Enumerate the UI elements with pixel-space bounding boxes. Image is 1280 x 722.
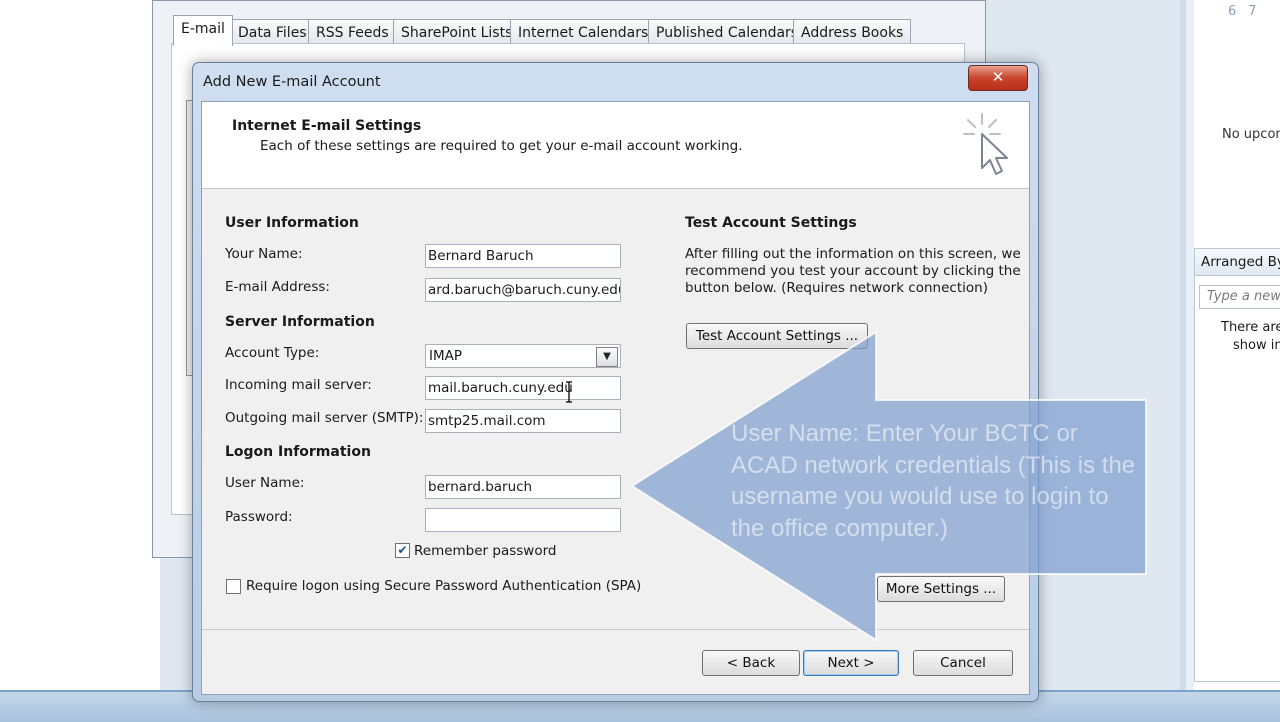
- empty-tasks-line-1: There are: [1221, 320, 1280, 335]
- your-name-label: Your Name:: [225, 246, 303, 262]
- mini-calendar-days[interactable]: 67: [1228, 4, 1269, 19]
- remember-password-checkbox[interactable]: ✔: [395, 543, 410, 558]
- outgoing-server-label: Outgoing mail server (SMTP):: [225, 410, 424, 426]
- dialog-header: Internet E-mail Settings Each of these s…: [202, 102, 1029, 189]
- tab-internet-calendars[interactable]: Internet Calendars: [510, 19, 657, 44]
- test-settings-desc-line-2: recommend you test your account by click…: [685, 263, 1021, 279]
- password-field[interactable]: [425, 508, 621, 532]
- tab-address-books[interactable]: Address Books: [793, 19, 912, 44]
- account-type-label: Account Type:: [225, 345, 320, 361]
- new-task-input[interactable]: Type a new: [1199, 285, 1280, 309]
- user-name-label: User Name:: [225, 475, 305, 491]
- no-upcoming-appointments-text: No upcomi: [1222, 127, 1280, 142]
- user-name-field[interactable]: bernard.baruch: [425, 475, 621, 499]
- spa-label: Require logon using Secure Password Auth…: [246, 578, 642, 594]
- callout-text: User Name: Enter Your BCTC or ACAD netwo…: [731, 420, 1136, 542]
- new-task-placeholder: Type a new: [1207, 289, 1280, 304]
- close-button[interactable]: ✕: [968, 65, 1028, 91]
- your-name-field[interactable]: Bernard Baruch: [425, 244, 621, 268]
- incoming-server-label: Incoming mail server:: [225, 377, 372, 393]
- header-subtitle: Each of these settings are required to g…: [260, 138, 743, 154]
- server-info-heading: Server Information: [225, 314, 375, 330]
- arranged-by-header[interactable]: Arranged By: [1195, 249, 1280, 276]
- empty-tasks-line-2: show in: [1233, 338, 1280, 353]
- more-settings-button[interactable]: More Settings ...: [877, 576, 1005, 602]
- dialog-body: Internet E-mail Settings Each of these s…: [201, 101, 1030, 695]
- password-label: Password:: [225, 509, 293, 525]
- tab-rss-feeds[interactable]: RSS Feeds: [308, 19, 397, 44]
- test-settings-desc-line-3: button below. (Requires network connecti…: [685, 280, 988, 296]
- tab-published-calendars[interactable]: Published Calendars: [648, 19, 807, 44]
- tab-data-files[interactable]: Data Files: [230, 19, 315, 44]
- arranged-by-label: Arranged By: [1201, 254, 1280, 270]
- calendar-day[interactable]: 7: [1248, 4, 1268, 19]
- footer-divider: [202, 629, 1029, 630]
- text-cursor-icon: [566, 381, 572, 403]
- test-account-settings-button[interactable]: Test Account Settings ...: [686, 323, 868, 349]
- remember-password-label: Remember password: [414, 543, 557, 559]
- test-settings-desc-line-1: After filling out the information on thi…: [685, 246, 1021, 262]
- tab-sharepoint-lists[interactable]: SharePoint Lists: [393, 19, 521, 44]
- email-address-field[interactable]: ard.baruch@baruch.cuny.edu: [425, 278, 621, 302]
- outlook-left-pane: [0, 0, 160, 690]
- task-list: Arranged By Type a new There are show in: [1194, 248, 1280, 682]
- account-type-value: IMAP: [429, 348, 463, 364]
- cursor-sparkle-icon: [963, 113, 1008, 175]
- outgoing-server-field[interactable]: smtp25.mail.com: [425, 409, 621, 433]
- chevron-down-icon[interactable]: ▼: [596, 347, 618, 367]
- incoming-server-field[interactable]: mail.baruch.cuny.edu: [425, 376, 621, 400]
- cancel-button[interactable]: Cancel: [913, 650, 1013, 676]
- next-button[interactable]: Next >: [803, 650, 899, 676]
- add-email-account-dialog: Add New E-mail Account ✕ Internet E-mail…: [192, 62, 1039, 702]
- header-title: Internet E-mail Settings: [232, 118, 422, 134]
- calendar-day[interactable]: 6: [1228, 4, 1248, 19]
- spa-checkbox[interactable]: [226, 579, 241, 594]
- todo-bar: 67 No upcomi Arranged By Type a new Ther…: [1180, 0, 1280, 690]
- dialog-title: Add New E-mail Account: [203, 74, 381, 90]
- back-button[interactable]: < Back: [702, 650, 800, 676]
- tab-email[interactable]: E-mail: [173, 15, 233, 46]
- user-info-heading: User Information: [225, 215, 359, 231]
- account-type-select[interactable]: IMAP ▼: [425, 344, 621, 368]
- email-address-label: E-mail Address:: [225, 279, 330, 295]
- logon-info-heading: Logon Information: [225, 444, 371, 460]
- test-settings-heading: Test Account Settings: [685, 215, 857, 231]
